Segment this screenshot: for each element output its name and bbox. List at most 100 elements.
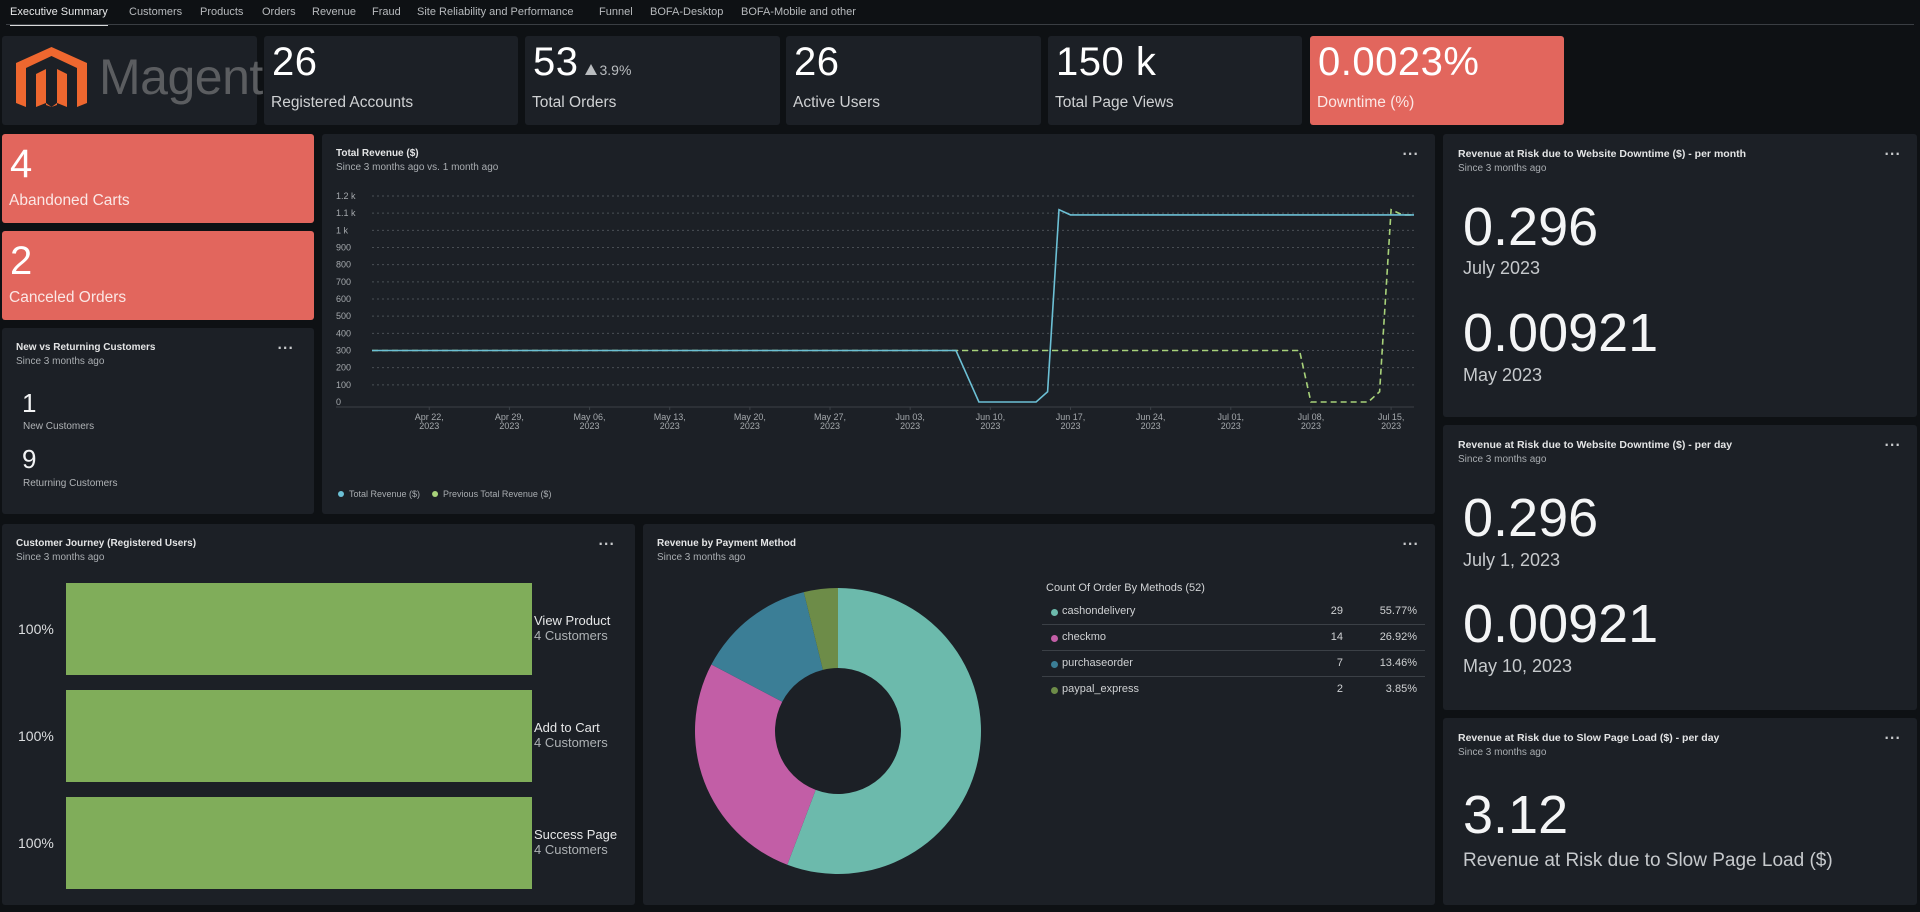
kpi-number: 53	[533, 40, 579, 84]
more-options-icon[interactable]: ...	[598, 534, 615, 548]
x-tick-label-year: 2023	[580, 421, 600, 431]
risk-date: July 1, 2023	[1463, 550, 1561, 570]
kpi-delta: 3.9%	[584, 62, 631, 78]
funnel-bar[interactable]	[66, 690, 532, 782]
kpi-value: 53 3.9%	[533, 40, 631, 85]
kpi-value: 150 k	[1056, 40, 1157, 84]
kpi-label: Abandoned Carts	[9, 192, 130, 209]
risk-per-day-panel: Revenue at Risk due to Website Downtime …	[1443, 425, 1917, 710]
y-tick-label: 900	[336, 243, 351, 253]
legend-method: checkmo	[1062, 631, 1107, 643]
panel-title: Customer Journey (Registered Users)	[16, 538, 197, 549]
kpi-total-orders[interactable]: 53 3.9% Total Orders	[525, 36, 780, 125]
kpi-total-page-views[interactable]: 150 k Total Page Views	[1048, 36, 1302, 125]
y-tick-label: 700	[336, 277, 351, 287]
tab-funnel[interactable]: Funnel	[599, 6, 633, 18]
x-tick-label-year: 2023	[980, 421, 1000, 431]
kpi-value: 0.0023%	[1318, 40, 1480, 84]
more-options-icon[interactable]: ...	[1884, 728, 1901, 742]
panel-title: Revenue by Payment Method	[657, 538, 796, 549]
legend-percent: 3.85%	[1385, 683, 1417, 695]
funnel-step-name: View Product	[534, 613, 611, 628]
kpi-registered-accounts[interactable]: 26 Registered Accounts	[264, 36, 518, 125]
kpi-abandoned-carts[interactable]: 4 Abandoned Carts	[2, 134, 314, 223]
new-vs-returning-panel: New vs Returning Customers Since 3 month…	[2, 328, 314, 514]
y-tick-label: 1 k	[336, 225, 349, 235]
kpi-value: 26	[794, 40, 840, 84]
legend-swatch	[1051, 661, 1058, 668]
risk-value: 0.296	[1463, 488, 1599, 548]
donut-slice-checkmo[interactable]	[694, 664, 816, 865]
legend-count: 2	[1336, 683, 1343, 695]
funnel-step[interactable]: 100% Success Page 4 Customers	[2, 797, 635, 889]
x-tick-label-year: 2023	[499, 421, 519, 431]
risk-per-month-panel: Revenue at Risk due to Website Downtime …	[1443, 134, 1917, 417]
legend-row-cashondelivery[interactable]: cashondelivery 29 55.77%	[1042, 599, 1425, 625]
series-previous-total-revenue[interactable]	[372, 208, 1414, 403]
legend-row-checkmo[interactable]: checkmo 14 26.92%	[1042, 625, 1425, 651]
new-customers-label: New Customers	[23, 421, 95, 432]
x-tick-label-year: 2023	[419, 421, 439, 431]
payment-method-panel: Revenue by Payment Method Since 3 months…	[643, 524, 1435, 905]
kpi-label: Downtime (%)	[1317, 94, 1415, 111]
kpi-canceled-orders[interactable]: 2 Canceled Orders	[2, 231, 314, 320]
payment-donut-chart	[694, 588, 981, 874]
tab-fraud[interactable]: Fraud	[372, 6, 401, 18]
x-tick-label-year: 2023	[900, 421, 920, 431]
risk-period: May 2023	[1463, 365, 1543, 385]
total-revenue-panel: Total Revenue ($) Since 3 months ago vs.…	[322, 134, 1435, 514]
legend-method: paypal_express	[1062, 683, 1140, 695]
kpi-downtime[interactable]: 0.0023% Downtime (%)	[1310, 36, 1564, 125]
kpi-label: Total Orders	[532, 94, 617, 111]
tab-products[interactable]: Products	[200, 6, 243, 18]
tab-revenue[interactable]: Revenue	[312, 6, 356, 18]
tab-customers[interactable]: Customers	[129, 6, 182, 18]
tab-bofa-mobile[interactable]: BOFA-Mobile and other	[741, 6, 856, 18]
legend-percent: 13.46%	[1379, 657, 1417, 669]
tab-executive-summary[interactable]: Executive Summary	[10, 6, 108, 26]
tab-orders[interactable]: Orders	[262, 6, 296, 18]
funnel-step-count: 4 Customers	[534, 628, 608, 643]
logo-tile: Magento®	[2, 36, 300, 125]
legend-row-paypal-express[interactable]: paypal_express 2 3.85%	[1042, 677, 1425, 703]
legend-label[interactable]: Previous Total Revenue ($)	[443, 489, 551, 499]
legend-swatch	[338, 491, 344, 497]
panel-subtitle: Since 3 months ago	[16, 356, 105, 367]
legend-row-purchaseorder[interactable]: purchaseorder 7 13.46%	[1042, 651, 1425, 677]
series-total-revenue[interactable]	[372, 208, 1414, 403]
y-tick-label: 300	[336, 346, 351, 356]
more-options-icon[interactable]: ...	[1402, 534, 1419, 548]
legend-swatch	[1051, 635, 1058, 642]
funnel-step-name: Success Page	[534, 827, 618, 842]
kpi-value: 4	[10, 142, 33, 186]
funnel-bar[interactable]	[66, 583, 532, 675]
more-options-icon[interactable]: ...	[277, 338, 294, 352]
tab-bofa-desktop[interactable]: BOFA-Desktop	[650, 6, 723, 18]
funnel-bar[interactable]	[66, 797, 532, 889]
legend-swatch	[432, 491, 439, 497]
funnel-step[interactable]: 100% Add to Cart 4 Customers	[2, 690, 635, 782]
magento-icon	[16, 47, 87, 107]
legend-count: 7	[1336, 657, 1343, 669]
legend-title: Count Of Order By Methods (52)	[1046, 582, 1205, 594]
more-options-icon[interactable]: ...	[1884, 435, 1901, 449]
kpi-active-users[interactable]: 26 Active Users	[786, 36, 1041, 125]
y-tick-label: 200	[336, 363, 351, 373]
kpi-label: Total Page Views	[1055, 94, 1174, 111]
panel-title: Revenue at Risk due to Slow Page Load ($…	[1458, 732, 1720, 744]
more-options-icon[interactable]: ...	[1884, 144, 1901, 158]
returning-customers-label: Returning Customers	[23, 478, 118, 489]
panel-subtitle: Since 3 months ago	[657, 552, 746, 563]
funnel-step[interactable]: 100% View Product 4 Customers	[2, 583, 635, 675]
risk-period: July 2023	[1463, 258, 1541, 278]
y-tick-label: 500	[336, 311, 351, 321]
tabs-divider	[6, 24, 1914, 25]
y-tick-label: 1.1 k	[336, 208, 356, 218]
funnel-percent: 100%	[18, 835, 54, 851]
y-tick-label: 400	[336, 328, 351, 338]
tab-site-reliability[interactable]: Site Reliability and Performance	[417, 6, 574, 18]
funnel-step-count: 4 Customers	[534, 842, 608, 857]
legend-label[interactable]: Total Revenue ($)	[349, 489, 420, 499]
legend-count: 29	[1330, 605, 1343, 617]
kpi-label: Canceled Orders	[9, 289, 127, 306]
